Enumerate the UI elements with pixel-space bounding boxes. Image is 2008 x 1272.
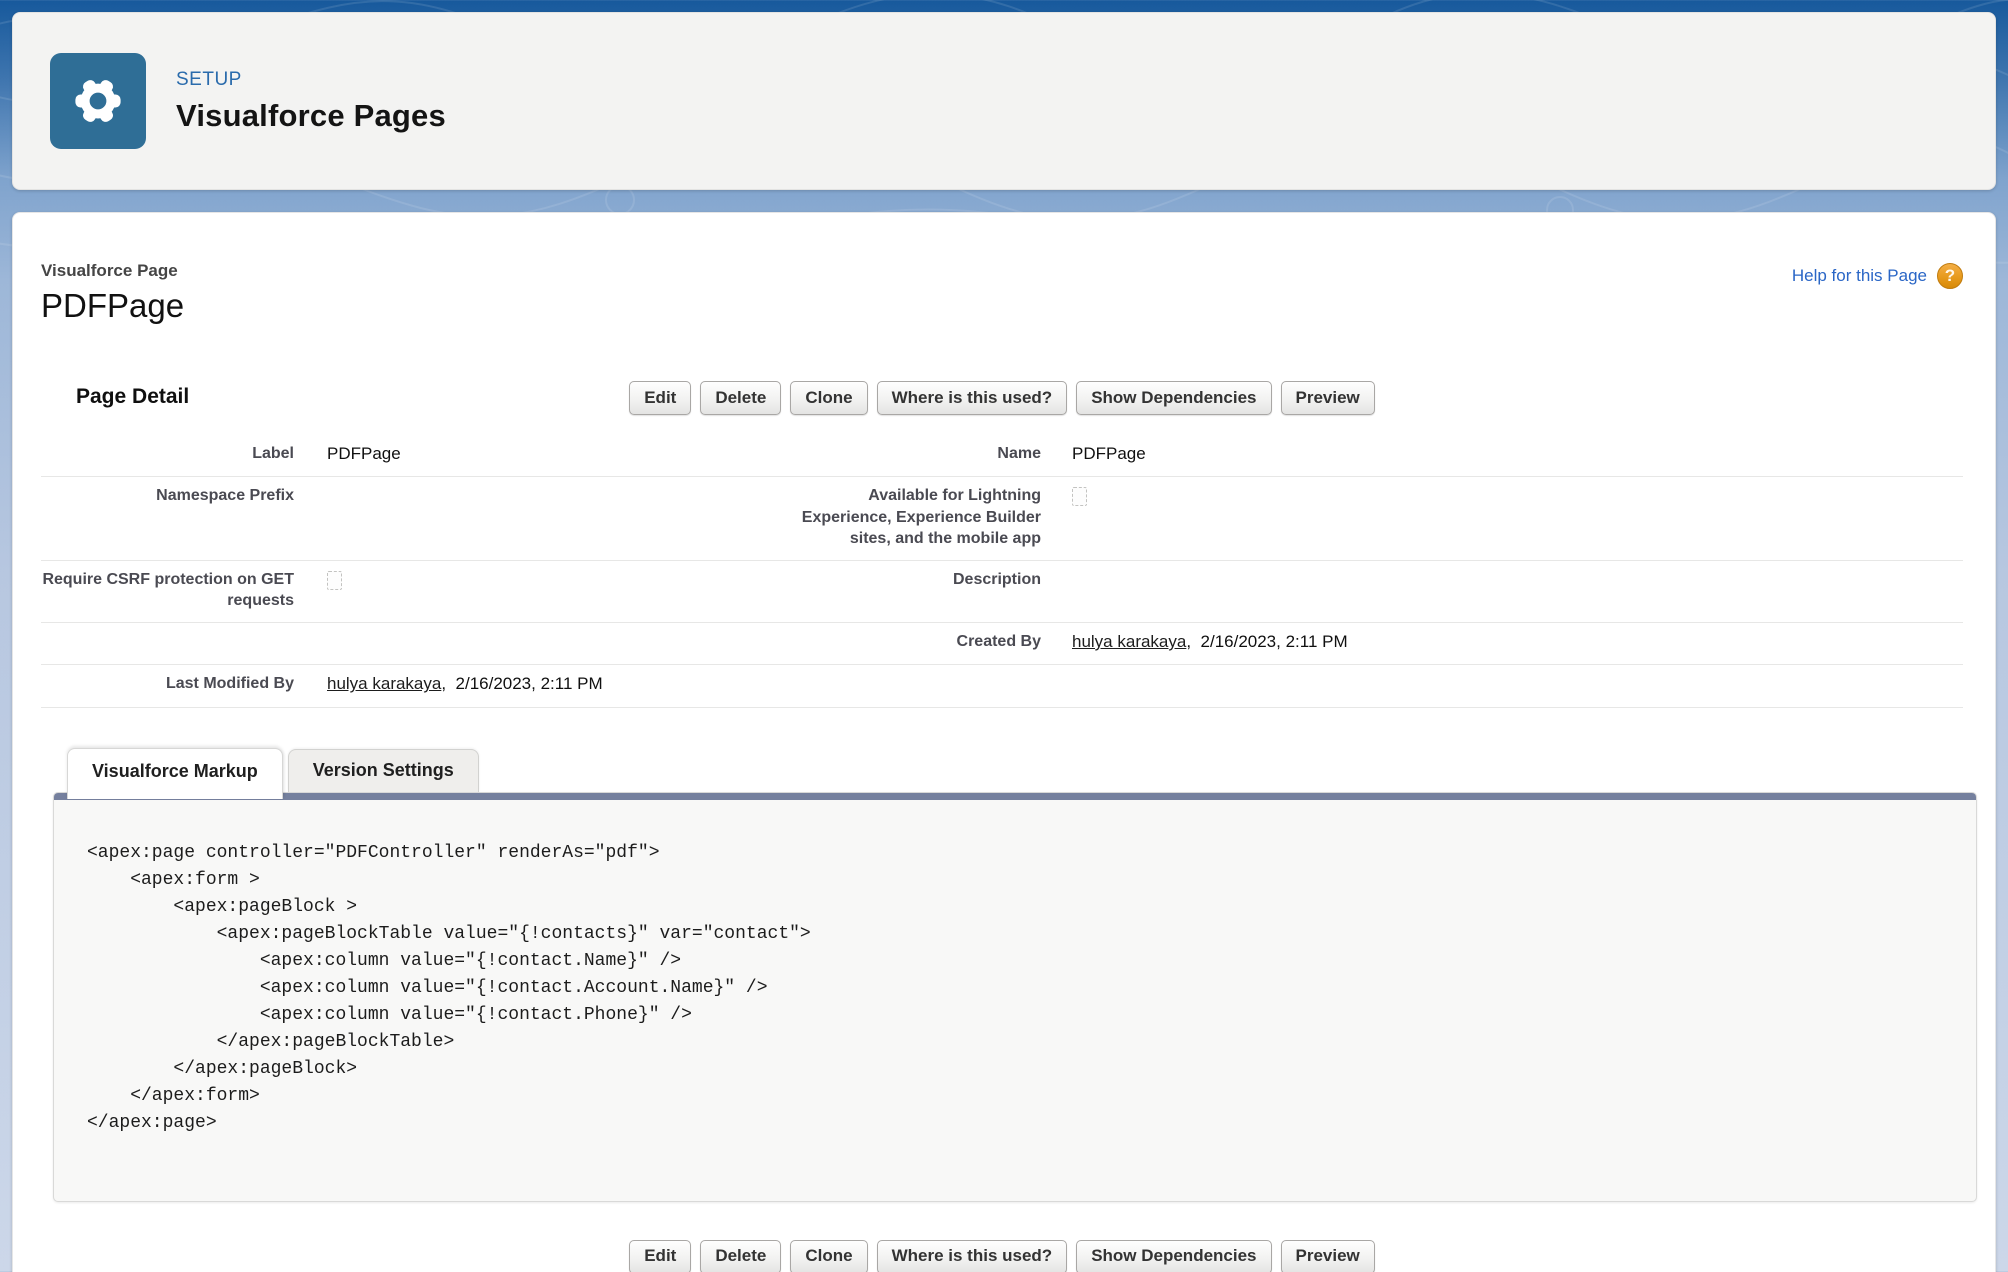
preview-button[interactable]: Preview xyxy=(1281,381,1375,415)
show-dependencies-button[interactable]: Show Dependencies xyxy=(1076,1240,1271,1272)
name-field-label: Name xyxy=(791,435,1041,476)
main-card: Visualforce Page PDFPage Help for this P… xyxy=(12,212,1996,1272)
last-modified-by-date: , 2/16/2023, 2:11 PM xyxy=(441,674,602,693)
created-by-date: , 2/16/2023, 2:11 PM xyxy=(1186,632,1347,651)
tab-visualforce-markup[interactable]: Visualforce Markup xyxy=(67,748,283,799)
detail-row-namespace-available: Namespace Prefix Available for Lightning… xyxy=(41,477,1963,560)
detail-row-last-modified-by: Last Modified By hulya karakaya, 2/16/20… xyxy=(41,665,1963,707)
bottom-button-row: Edit Delete Clone Where is this used? Sh… xyxy=(41,1240,1963,1272)
available-for-lightning-label: Available for Lightning Experience, Expe… xyxy=(791,477,1041,559)
help-link[interactable]: Help for this Page xyxy=(1792,266,1927,286)
visualforce-markup-code: <apex:page controller="PDFController" re… xyxy=(54,800,1976,1201)
last-modified-by-user-link[interactable]: hulya karakaya xyxy=(327,674,441,693)
available-for-lightning-value xyxy=(1041,477,1963,559)
require-csrf-value xyxy=(294,561,791,622)
clone-button[interactable]: Clone xyxy=(790,381,867,415)
visualforce-markup-panel: <apex:page controller="PDFController" re… xyxy=(53,792,1977,1202)
show-dependencies-button[interactable]: Show Dependencies xyxy=(1076,381,1271,415)
last-modified-by-label: Last Modified By xyxy=(41,665,294,706)
name-field-value: PDFPage xyxy=(1041,435,1963,476)
clone-button[interactable]: Clone xyxy=(790,1240,867,1272)
detail-row-csrf-description: Require CSRF protection on GET requests … xyxy=(41,561,1963,623)
namespace-prefix-label: Namespace Prefix xyxy=(41,477,294,559)
page-title: PDFPage xyxy=(41,287,184,325)
edit-button[interactable]: Edit xyxy=(629,381,691,415)
namespace-prefix-value xyxy=(294,477,791,559)
setup-eyebrow: SETUP xyxy=(176,69,446,91)
detail-row-created-by: Created By hulya karakaya, 2/16/2023, 2:… xyxy=(41,623,1963,665)
delete-button[interactable]: Delete xyxy=(700,1240,781,1272)
setup-gear-tile xyxy=(50,53,146,149)
detail-row-label-name: Label PDFPage Name PDFPage xyxy=(41,435,1963,477)
app-title: Visualforce Pages xyxy=(176,98,446,134)
delete-button[interactable]: Delete xyxy=(700,381,781,415)
page-detail-section: Label PDFPage Name PDFPage Namespace Pre… xyxy=(41,435,1963,708)
created-by-value: hulya karakaya, 2/16/2023, 2:11 PM xyxy=(1041,623,1963,664)
markup-tabs: Visualforce Markup Version Settings xyxy=(53,748,1963,799)
page-type-label: Visualforce Page xyxy=(41,261,184,281)
require-csrf-label: Require CSRF protection on GET requests xyxy=(41,561,294,622)
require-csrf-checkbox-unchecked xyxy=(327,571,342,590)
label-field-value: PDFPage xyxy=(294,435,791,476)
help-icon[interactable]: ? xyxy=(1937,263,1963,289)
setup-header: SETUP Visualforce Pages xyxy=(12,12,1996,190)
created-by-label: Created By xyxy=(791,623,1041,664)
available-for-lightning-checkbox-unchecked xyxy=(1072,487,1087,506)
gear-icon xyxy=(67,70,129,132)
where-used-button[interactable]: Where is this used? xyxy=(877,1240,1068,1272)
label-field-label: Label xyxy=(41,435,294,476)
edit-button[interactable]: Edit xyxy=(629,1240,691,1272)
created-by-user-link[interactable]: hulya karakaya xyxy=(1072,632,1186,651)
last-modified-by-value: hulya karakaya, 2/16/2023, 2:11 PM xyxy=(294,665,791,706)
where-used-button[interactable]: Where is this used? xyxy=(877,381,1068,415)
description-label: Description xyxy=(791,561,1041,622)
top-button-row: Edit Delete Clone Where is this used? Sh… xyxy=(41,381,1963,415)
preview-button[interactable]: Preview xyxy=(1281,1240,1375,1272)
section-title: Page Detail xyxy=(76,385,189,409)
tab-version-settings[interactable]: Version Settings xyxy=(288,749,479,792)
description-value xyxy=(1041,561,1963,622)
